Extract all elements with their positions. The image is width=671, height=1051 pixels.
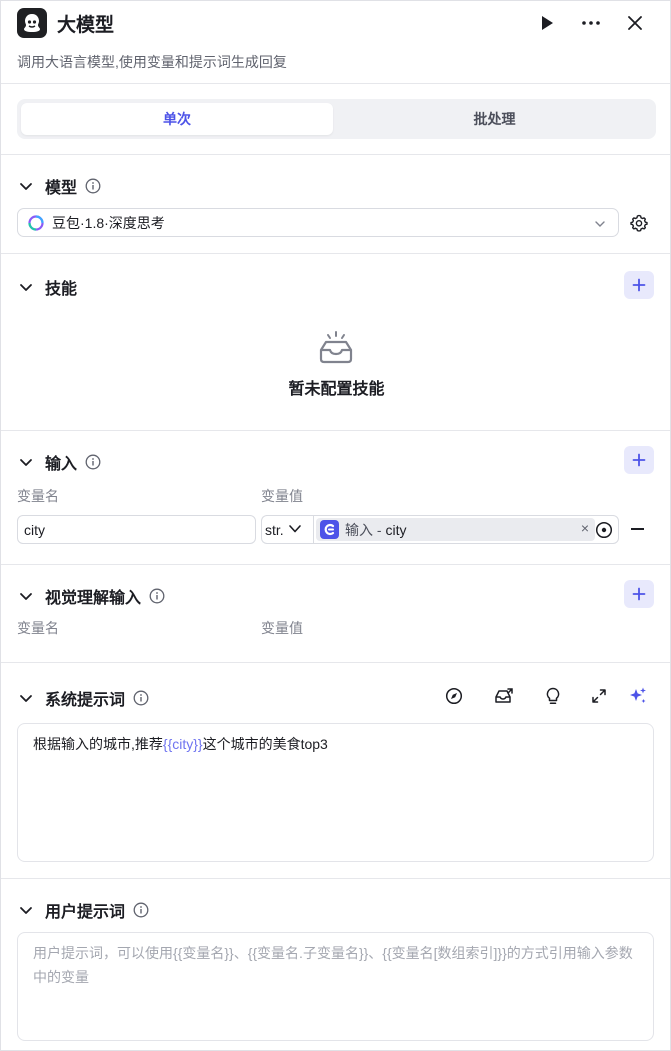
more-dots-icon bbox=[582, 21, 600, 25]
user-prompt-title: 用户提示词 bbox=[45, 904, 126, 921]
model-settings-button[interactable] bbox=[628, 212, 650, 234]
reference-label: 输入 - city bbox=[345, 520, 406, 540]
expand-icon bbox=[592, 689, 606, 703]
tab-single[interactable]: 单次 bbox=[21, 103, 333, 135]
section-divider bbox=[1, 154, 670, 155]
chevron-down-icon bbox=[19, 179, 33, 193]
info-icon[interactable] bbox=[149, 588, 165, 604]
reference-separator: - bbox=[373, 521, 386, 538]
variable-reference-tag[interactable]: 输入 - city × bbox=[316, 518, 595, 541]
close-button[interactable] bbox=[621, 9, 649, 37]
compass-button[interactable] bbox=[442, 684, 466, 708]
variable-name-label: 变量名 bbox=[17, 488, 59, 504]
add-input-button[interactable] bbox=[624, 446, 654, 474]
skills-empty-text: 暂未配置技能 bbox=[288, 381, 385, 398]
ai-optimize-button[interactable] bbox=[626, 684, 650, 708]
lightbulb-icon bbox=[546, 687, 560, 705]
model-select[interactable]: 豆包·1.8·深度思考 bbox=[17, 208, 619, 237]
variable-name-label: 变量名 bbox=[17, 620, 59, 636]
user-prompt-placeholder: 用户提示词，可以使用{{变量名}}、{{变量名.子变量名}}、{{变量名[数组索… bbox=[33, 945, 633, 985]
doubao-model-icon bbox=[28, 214, 44, 231]
variable-type-select[interactable]: str. bbox=[261, 515, 313, 544]
chevron-down-icon bbox=[288, 522, 302, 538]
section-divider bbox=[1, 662, 670, 663]
compass-icon bbox=[445, 687, 463, 705]
reference-source: 输入 bbox=[345, 521, 373, 538]
vision-section-header[interactable]: 视觉理解输入 bbox=[19, 584, 165, 608]
chevron-down-icon bbox=[19, 589, 33, 603]
tab-batch[interactable]: 批处理 bbox=[337, 103, 652, 135]
clear-reference-icon[interactable]: × bbox=[581, 520, 589, 536]
more-button[interactable] bbox=[577, 9, 605, 37]
plus-icon bbox=[632, 453, 646, 467]
llm-node-panel: 大模型 调用大语言模型,使用变量和提示词生成回复 单次 批处理 模型 豆包·1.… bbox=[0, 0, 671, 1051]
mode-tabs: 单次 批处理 bbox=[17, 99, 656, 139]
section-divider bbox=[1, 564, 670, 565]
expand-button[interactable] bbox=[587, 684, 611, 708]
info-icon[interactable] bbox=[85, 454, 101, 470]
system-prompt-variable: {{city}} bbox=[162, 736, 203, 752]
add-vision-input-button[interactable] bbox=[624, 580, 654, 608]
plus-icon bbox=[632, 587, 646, 601]
reference-variable: city bbox=[385, 521, 407, 538]
panel-header: 大模型 调用大语言模型,使用变量和提示词生成回复 bbox=[1, 1, 670, 84]
variable-value-field[interactable]: 输入 - city × bbox=[313, 515, 619, 544]
target-icon[interactable] bbox=[595, 521, 613, 539]
run-button[interactable] bbox=[533, 9, 561, 37]
info-icon[interactable] bbox=[133, 902, 149, 918]
model-section-header[interactable]: 模型 bbox=[19, 174, 101, 198]
skills-section-title: 技能 bbox=[45, 281, 78, 298]
section-divider bbox=[1, 878, 670, 879]
variable-value-label: 变量值 bbox=[261, 620, 303, 636]
section-divider bbox=[1, 430, 670, 431]
remove-input-button[interactable] bbox=[631, 528, 644, 530]
variable-value-label: 变量值 bbox=[261, 488, 303, 504]
vision-section-title: 视觉理解输入 bbox=[45, 590, 142, 607]
variable-name-input[interactable]: city bbox=[17, 515, 256, 544]
system-prompt-header[interactable]: 系统提示词 bbox=[19, 686, 149, 710]
close-icon bbox=[628, 16, 642, 30]
section-divider bbox=[1, 253, 670, 254]
chevron-down-icon bbox=[19, 455, 33, 469]
input-section-title: 输入 bbox=[45, 456, 78, 473]
info-icon[interactable] bbox=[85, 178, 101, 194]
chevron-down-icon bbox=[19, 280, 33, 294]
system-prompt-text-after: 这个城市的美食top3 bbox=[202, 736, 328, 752]
chevron-down-icon bbox=[594, 217, 606, 233]
variable-type-value: str. bbox=[265, 521, 284, 538]
chevron-down-icon bbox=[19, 903, 33, 917]
skills-section-header[interactable]: 技能 bbox=[19, 275, 77, 299]
gear-icon bbox=[630, 214, 648, 232]
system-prompt-text-before: 根据输入的城市,推荐 bbox=[33, 736, 163, 752]
input-section-header[interactable]: 输入 bbox=[19, 450, 101, 474]
chevron-down-icon bbox=[19, 691, 33, 705]
model-section-title: 模型 bbox=[45, 180, 78, 197]
user-prompt-editor[interactable]: 用户提示词，可以使用{{变量名}}、{{变量名.子变量名}}、{{变量名[数组索… bbox=[17, 932, 654, 1041]
system-prompt-title: 系统提示词 bbox=[45, 692, 126, 709]
add-skill-button[interactable] bbox=[624, 271, 654, 299]
sparkles-icon bbox=[630, 687, 646, 703]
system-prompt-editor[interactable]: 根据输入的城市,推荐{{city}}这个城市的美食top3 bbox=[17, 723, 654, 862]
info-icon[interactable] bbox=[133, 690, 149, 706]
inbox-export-icon bbox=[495, 688, 513, 703]
plus-icon bbox=[632, 278, 646, 292]
llm-logo-icon bbox=[17, 8, 47, 38]
page-subtitle: 调用大语言模型,使用变量和提示词生成回复 bbox=[17, 54, 287, 70]
play-icon bbox=[542, 16, 553, 30]
empty-inbox-icon bbox=[317, 331, 355, 365]
selected-model-name: 豆包·1.8·深度思考 bbox=[52, 214, 165, 231]
start-node-icon bbox=[320, 520, 339, 539]
prompt-library-button[interactable] bbox=[492, 684, 516, 708]
prompt-tips-button[interactable] bbox=[541, 684, 565, 708]
page-title: 大模型 bbox=[57, 15, 115, 36]
user-prompt-header[interactable]: 用户提示词 bbox=[19, 898, 149, 922]
